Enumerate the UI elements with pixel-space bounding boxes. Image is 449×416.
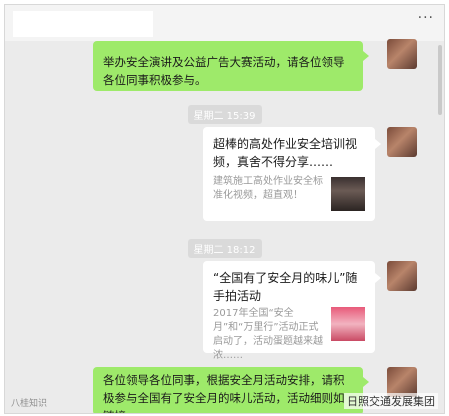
avatar[interactable] [387, 261, 417, 291]
card-title: “全国有了安全月的味儿”随手拍活动 [213, 271, 358, 303]
card-title: 超棒的高处作业安全培训视频，真舍不得分享…… [213, 137, 358, 169]
video-thumbnail [331, 177, 365, 211]
more-icon[interactable]: ··· [418, 10, 434, 26]
timestamp: 星期二 18:12 [5, 238, 444, 258]
avatar[interactable] [387, 127, 417, 157]
chat-header: ··· [5, 5, 444, 41]
link-card-1[interactable]: 超棒的高处作业安全培训视频，真舍不得分享…… 建筑施工高处作业安全标准化视频，超… [203, 127, 381, 221]
message-text: 各位领导各位同事，根据安全月活动安排，请积极参与全国有了安全月的味儿活动，活动细… [103, 373, 345, 413]
timestamp: 星期二 15:39 [5, 104, 444, 124]
message-text: 举办安全演讲及公益广告大赛活动，请各位领导各位同事积极参与。 [103, 55, 345, 87]
card-description: 2017年全国“安全月”和“万里行”活动正式启动了，活动蛋题越来越浓…… [213, 308, 323, 361]
watermark-right: 日照交通发展集团 [344, 393, 438, 409]
message-bubble-4: 各位领导各位同事，根据安全月活动安排，请积极参与全国有了安全月的味儿活动，活动细… [93, 367, 369, 413]
activity-thumbnail [331, 307, 365, 341]
card-description: 建筑施工高处作业安全标准化视频，超直观！ [213, 176, 323, 201]
message-bubble-1: 举办安全演讲及公益广告大赛活动，请各位领导各位同事积极参与。 [93, 41, 369, 91]
chat-title-redacted [13, 11, 153, 37]
watermark-left: 八桂知识 [11, 399, 48, 409]
avatar[interactable] [387, 39, 417, 69]
chat-window: ··· 举办安全演讲及公益广告大赛活动，请各位领导各位同事积极参与。 星期二 1… [4, 4, 445, 414]
link-card-2[interactable]: “全国有了安全月的味儿”随手拍活动 2017年全国“安全月”和“万里行”活动正式… [203, 261, 381, 361]
